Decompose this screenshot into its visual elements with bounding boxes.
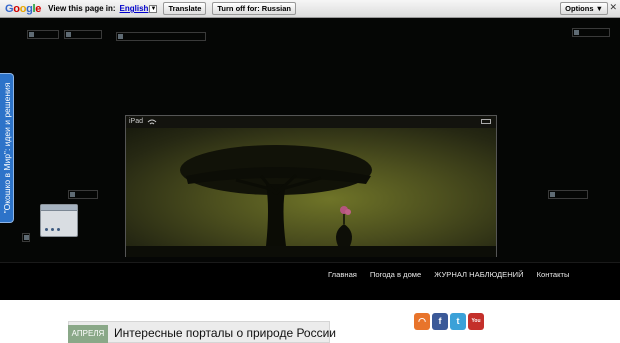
options-button[interactable]: Options ▼ xyxy=(560,2,608,15)
nav-links: Главная Погода в доме ЖУРНАЛ НАБЛЮДЕНИЙ … xyxy=(328,270,569,279)
social-links: ◠ f t You Tube xyxy=(414,313,484,341)
battery-icon xyxy=(481,119,491,124)
main-navigation: Главная Погода в доме ЖУРНАЛ НАБЛЮДЕНИЙ … xyxy=(0,262,620,300)
nav-item-contacts[interactable]: Контакты xyxy=(537,270,570,279)
google-logo: Google xyxy=(5,3,41,15)
ipad-label: iPad xyxy=(129,118,144,125)
broken-image-icon xyxy=(572,28,610,37)
google-logo-letter: e xyxy=(35,2,42,15)
facebook-icon[interactable]: f xyxy=(432,313,448,330)
mini-widget-header xyxy=(41,205,77,211)
language-select[interactable]: English xyxy=(120,4,149,13)
wifi-icon xyxy=(147,119,157,125)
google-translate-bar: Google View this page in: English ▼ Tran… xyxy=(0,0,620,18)
side-tab-label: "Окошко в Мир": идеи и решения xyxy=(1,82,12,214)
broken-image-icon xyxy=(64,30,102,39)
ipad-status-bar: iPad xyxy=(126,116,496,128)
youtube-icon[interactable]: You Tube xyxy=(468,313,484,341)
side-feedback-tab[interactable]: "Окошко в Мир": идеи и решения xyxy=(0,73,14,223)
broken-image-icon xyxy=(27,30,59,39)
broken-image-icon xyxy=(22,233,30,242)
main-content: АПРЕЛЯ Интересные порталы о природе Росс… xyxy=(0,300,620,343)
tree-illustration xyxy=(126,128,496,257)
nav-item-home[interactable]: Главная xyxy=(328,270,357,279)
close-icon[interactable]: ✕ xyxy=(609,2,617,13)
nav-item-home-weather[interactable]: Погода в доме xyxy=(370,270,421,279)
turn-off-translation-button[interactable]: Turn off for: Russian xyxy=(212,2,296,15)
nav-item-observation-journal[interactable]: ЖУРНАЛ НАБЛЮДЕНИЙ xyxy=(434,270,523,279)
mini-widget-dots xyxy=(45,228,60,231)
translate-button[interactable]: Translate xyxy=(163,2,207,15)
mini-widget-thumbnail[interactable] xyxy=(40,204,78,237)
translate-prompt: View this page in: xyxy=(48,4,116,13)
post-title[interactable]: Интересные порталы о природе России xyxy=(114,325,336,341)
rss-icon[interactable]: ◠ xyxy=(414,313,430,330)
broken-image-icon xyxy=(548,190,588,199)
post-date-badge: АПРЕЛЯ xyxy=(68,325,108,343)
broken-image-icon xyxy=(116,32,206,41)
ipad-slideshow: iPad xyxy=(125,115,497,257)
broken-image-icon xyxy=(68,190,98,199)
chevron-down-icon[interactable]: ▼ xyxy=(149,4,158,13)
twitter-icon[interactable]: t xyxy=(450,313,466,330)
tree-icon xyxy=(126,145,496,257)
